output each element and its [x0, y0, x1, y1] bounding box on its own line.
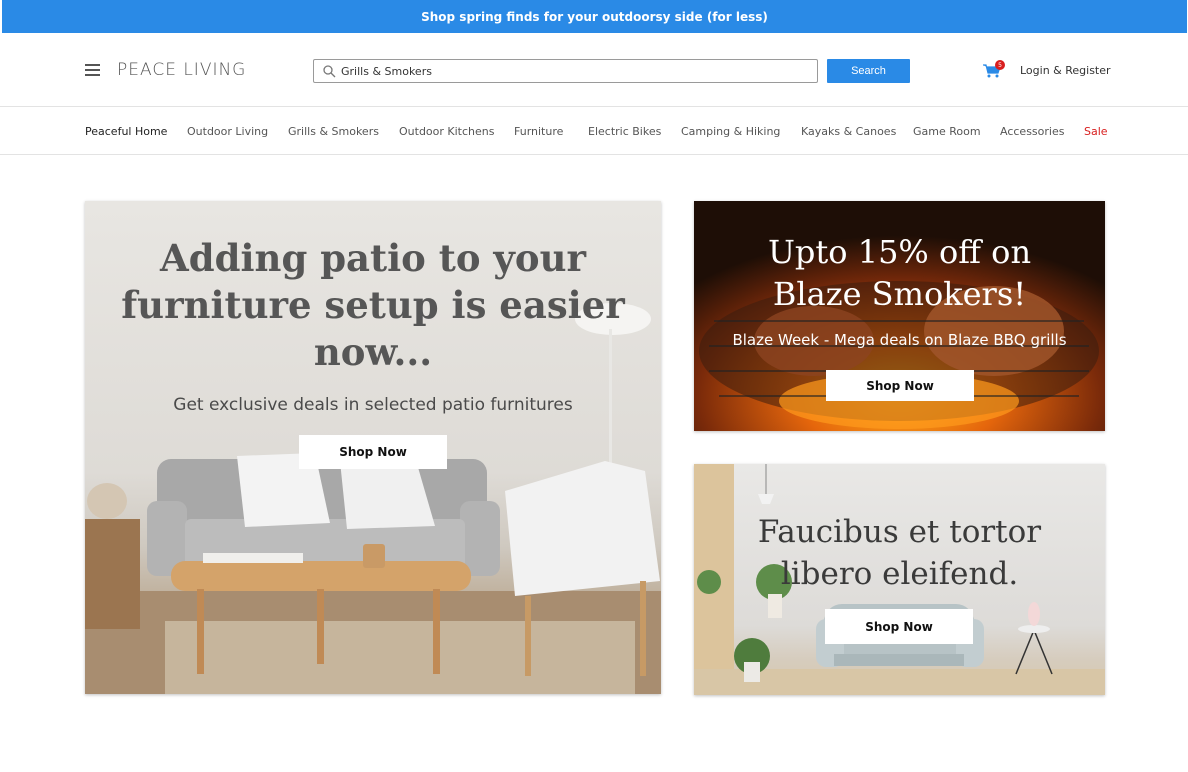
nav-item-outdoor-living[interactable]: Outdoor Living: [187, 125, 268, 138]
nav-item-camping-hiking[interactable]: Camping & Hiking: [681, 125, 780, 138]
nav-item-peaceful-home[interactable]: Peaceful Home: [85, 125, 167, 138]
hero-shop-now-button[interactable]: Shop Now: [299, 435, 447, 469]
nav-item-game-room[interactable]: Game Room: [913, 125, 981, 138]
hero-title-line-3: now...: [313, 330, 433, 374]
grill-promo-title: Upto 15% off on Blaze Smokers!: [694, 231, 1105, 315]
room-promo-title-line-2: libero eleifend.: [780, 556, 1019, 592]
search-icon: [317, 60, 341, 82]
cart-count-badge: 5: [995, 60, 1005, 70]
promo-banner[interactable]: Shop spring finds for your outdoorsy sid…: [2, 0, 1187, 33]
cart-button[interactable]: 5: [982, 60, 1005, 78]
nav-item-outdoor-kitchens[interactable]: Outdoor Kitchens: [399, 125, 494, 138]
grill-promo-subtitle: Blaze Week - Mega deals on Blaze BBQ gri…: [732, 331, 1067, 349]
nav-item-furniture[interactable]: Furniture: [514, 125, 563, 138]
nav-item-kayaks-canoes[interactable]: Kayaks & Canoes: [801, 125, 896, 138]
hero-subtitle: Get exclusive deals in selected patio fu…: [173, 395, 573, 415]
grill-shop-now-button[interactable]: Shop Now: [826, 370, 974, 401]
nav-item-grills-smokers[interactable]: Grills & Smokers: [288, 125, 379, 138]
search-button[interactable]: Search: [827, 59, 910, 83]
room-promo-title-line-1: Faucibus et tortor: [757, 514, 1042, 550]
hero-title-line-1: Adding patio to your: [160, 236, 586, 280]
nav-item-sale[interactable]: Sale: [1084, 125, 1108, 138]
search-input[interactable]: [341, 61, 801, 81]
brand-logo[interactable]: PEACE LIVING: [117, 60, 246, 80]
hero-banner[interactable]: Adding patio to your furniture setup is …: [85, 201, 661, 694]
site-header: PEACE LIVING Search 5 Login & Register: [0, 33, 1188, 107]
nav-item-electric-bikes[interactable]: Electric Bikes: [588, 125, 661, 138]
room-shop-now-button[interactable]: Shop Now: [825, 609, 973, 644]
login-register-link[interactable]: Login & Register: [1020, 64, 1111, 77]
room-promo-title: Faucibus et tortor libero eleifend.: [694, 511, 1105, 595]
nav-item-accessories[interactable]: Accessories: [1000, 125, 1064, 138]
grill-promo-title-line-1: Upto 15% off on: [767, 233, 1032, 271]
category-nav: Peaceful Home Outdoor Living Grills & Sm…: [0, 107, 1188, 155]
search-bar: [313, 59, 818, 83]
hero-title-line-2: furniture setup is easier: [121, 283, 625, 327]
room-promo-card[interactable]: Faucibus et tortor libero eleifend. Shop…: [694, 464, 1105, 695]
grill-promo-card[interactable]: Upto 15% off on Blaze Smokers! Blaze Wee…: [694, 201, 1105, 431]
promo-text: Shop spring finds for your outdoorsy sid…: [421, 9, 768, 24]
menu-icon[interactable]: [85, 64, 100, 76]
grill-promo-title-line-2: Blaze Smokers!: [772, 275, 1027, 313]
hero-title: Adding patio to your furniture setup is …: [85, 235, 661, 376]
